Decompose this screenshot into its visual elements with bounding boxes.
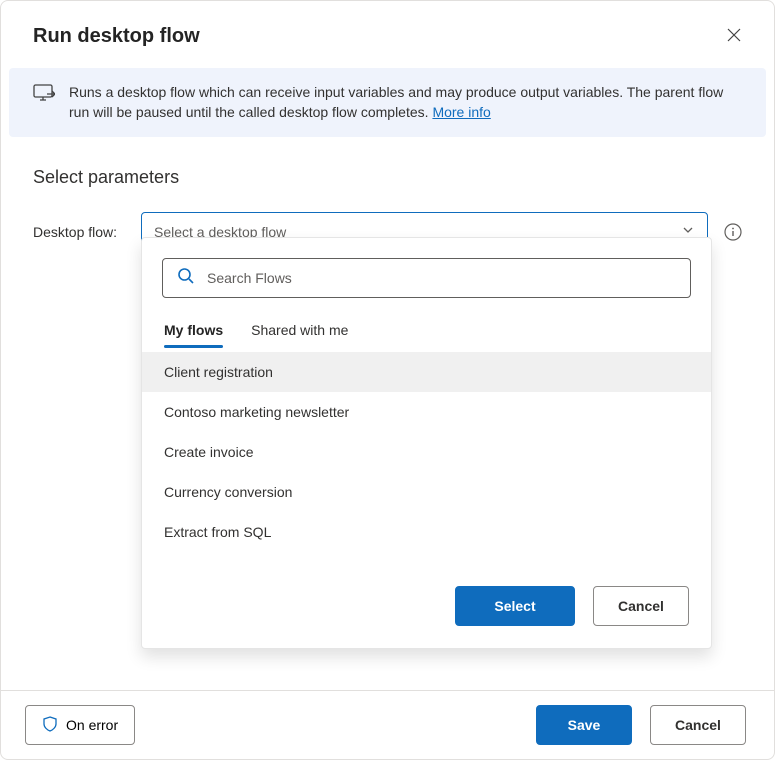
search-icon — [177, 267, 195, 288]
close-icon — [726, 27, 742, 46]
shield-icon — [42, 716, 58, 735]
save-button[interactable]: Save — [536, 705, 632, 745]
run-desktop-flow-dialog: Run desktop flow Runs a desktop flow whi… — [0, 0, 775, 760]
dialog-body: Select parameters Desktop flow: Select a… — [1, 137, 774, 690]
tabs: My flows Shared with me — [162, 316, 691, 348]
on-error-label: On error — [66, 717, 118, 733]
close-button[interactable] — [722, 23, 746, 50]
flow-item[interactable]: Extract from SQL — [142, 512, 711, 552]
flow-picker-popup: My flows Shared with me Client registrat… — [141, 237, 712, 649]
select-button[interactable]: Select — [455, 586, 575, 626]
dialog-footer: On error Save Cancel — [1, 690, 774, 759]
popup-footer: Select Cancel — [142, 552, 711, 648]
flow-item[interactable]: Currency conversion — [142, 472, 711, 512]
dialog-header: Run desktop flow — [1, 1, 774, 68]
info-banner: Runs a desktop flow which can receive in… — [9, 68, 766, 137]
search-box[interactable] — [162, 258, 691, 298]
tab-shared-with-me[interactable]: Shared with me — [251, 316, 348, 348]
flow-item[interactable]: Client registration — [142, 352, 711, 392]
tab-my-flows[interactable]: My flows — [164, 316, 223, 348]
cancel-button[interactable]: Cancel — [650, 705, 746, 745]
dialog-title: Run desktop flow — [33, 25, 200, 48]
on-error-button[interactable]: On error — [25, 705, 135, 745]
desktop-flow-label: Desktop flow: — [33, 224, 129, 240]
banner-text: Runs a desktop flow which can receive in… — [69, 82, 746, 123]
desktop-flow-icon — [33, 84, 55, 105]
flow-item[interactable]: Contoso marketing newsletter — [142, 392, 711, 432]
more-info-link[interactable]: More info — [432, 104, 490, 120]
footer-right: Save Cancel — [536, 705, 746, 745]
popup-cancel-button[interactable]: Cancel — [593, 586, 689, 626]
flow-item[interactable]: Create invoice — [142, 432, 711, 472]
section-title: Select parameters — [33, 167, 742, 188]
search-input[interactable] — [207, 270, 676, 286]
banner-description: Runs a desktop flow which can receive in… — [69, 84, 723, 120]
flow-list: Client registration Contoso marketing ne… — [142, 352, 711, 552]
info-icon[interactable] — [724, 223, 742, 241]
